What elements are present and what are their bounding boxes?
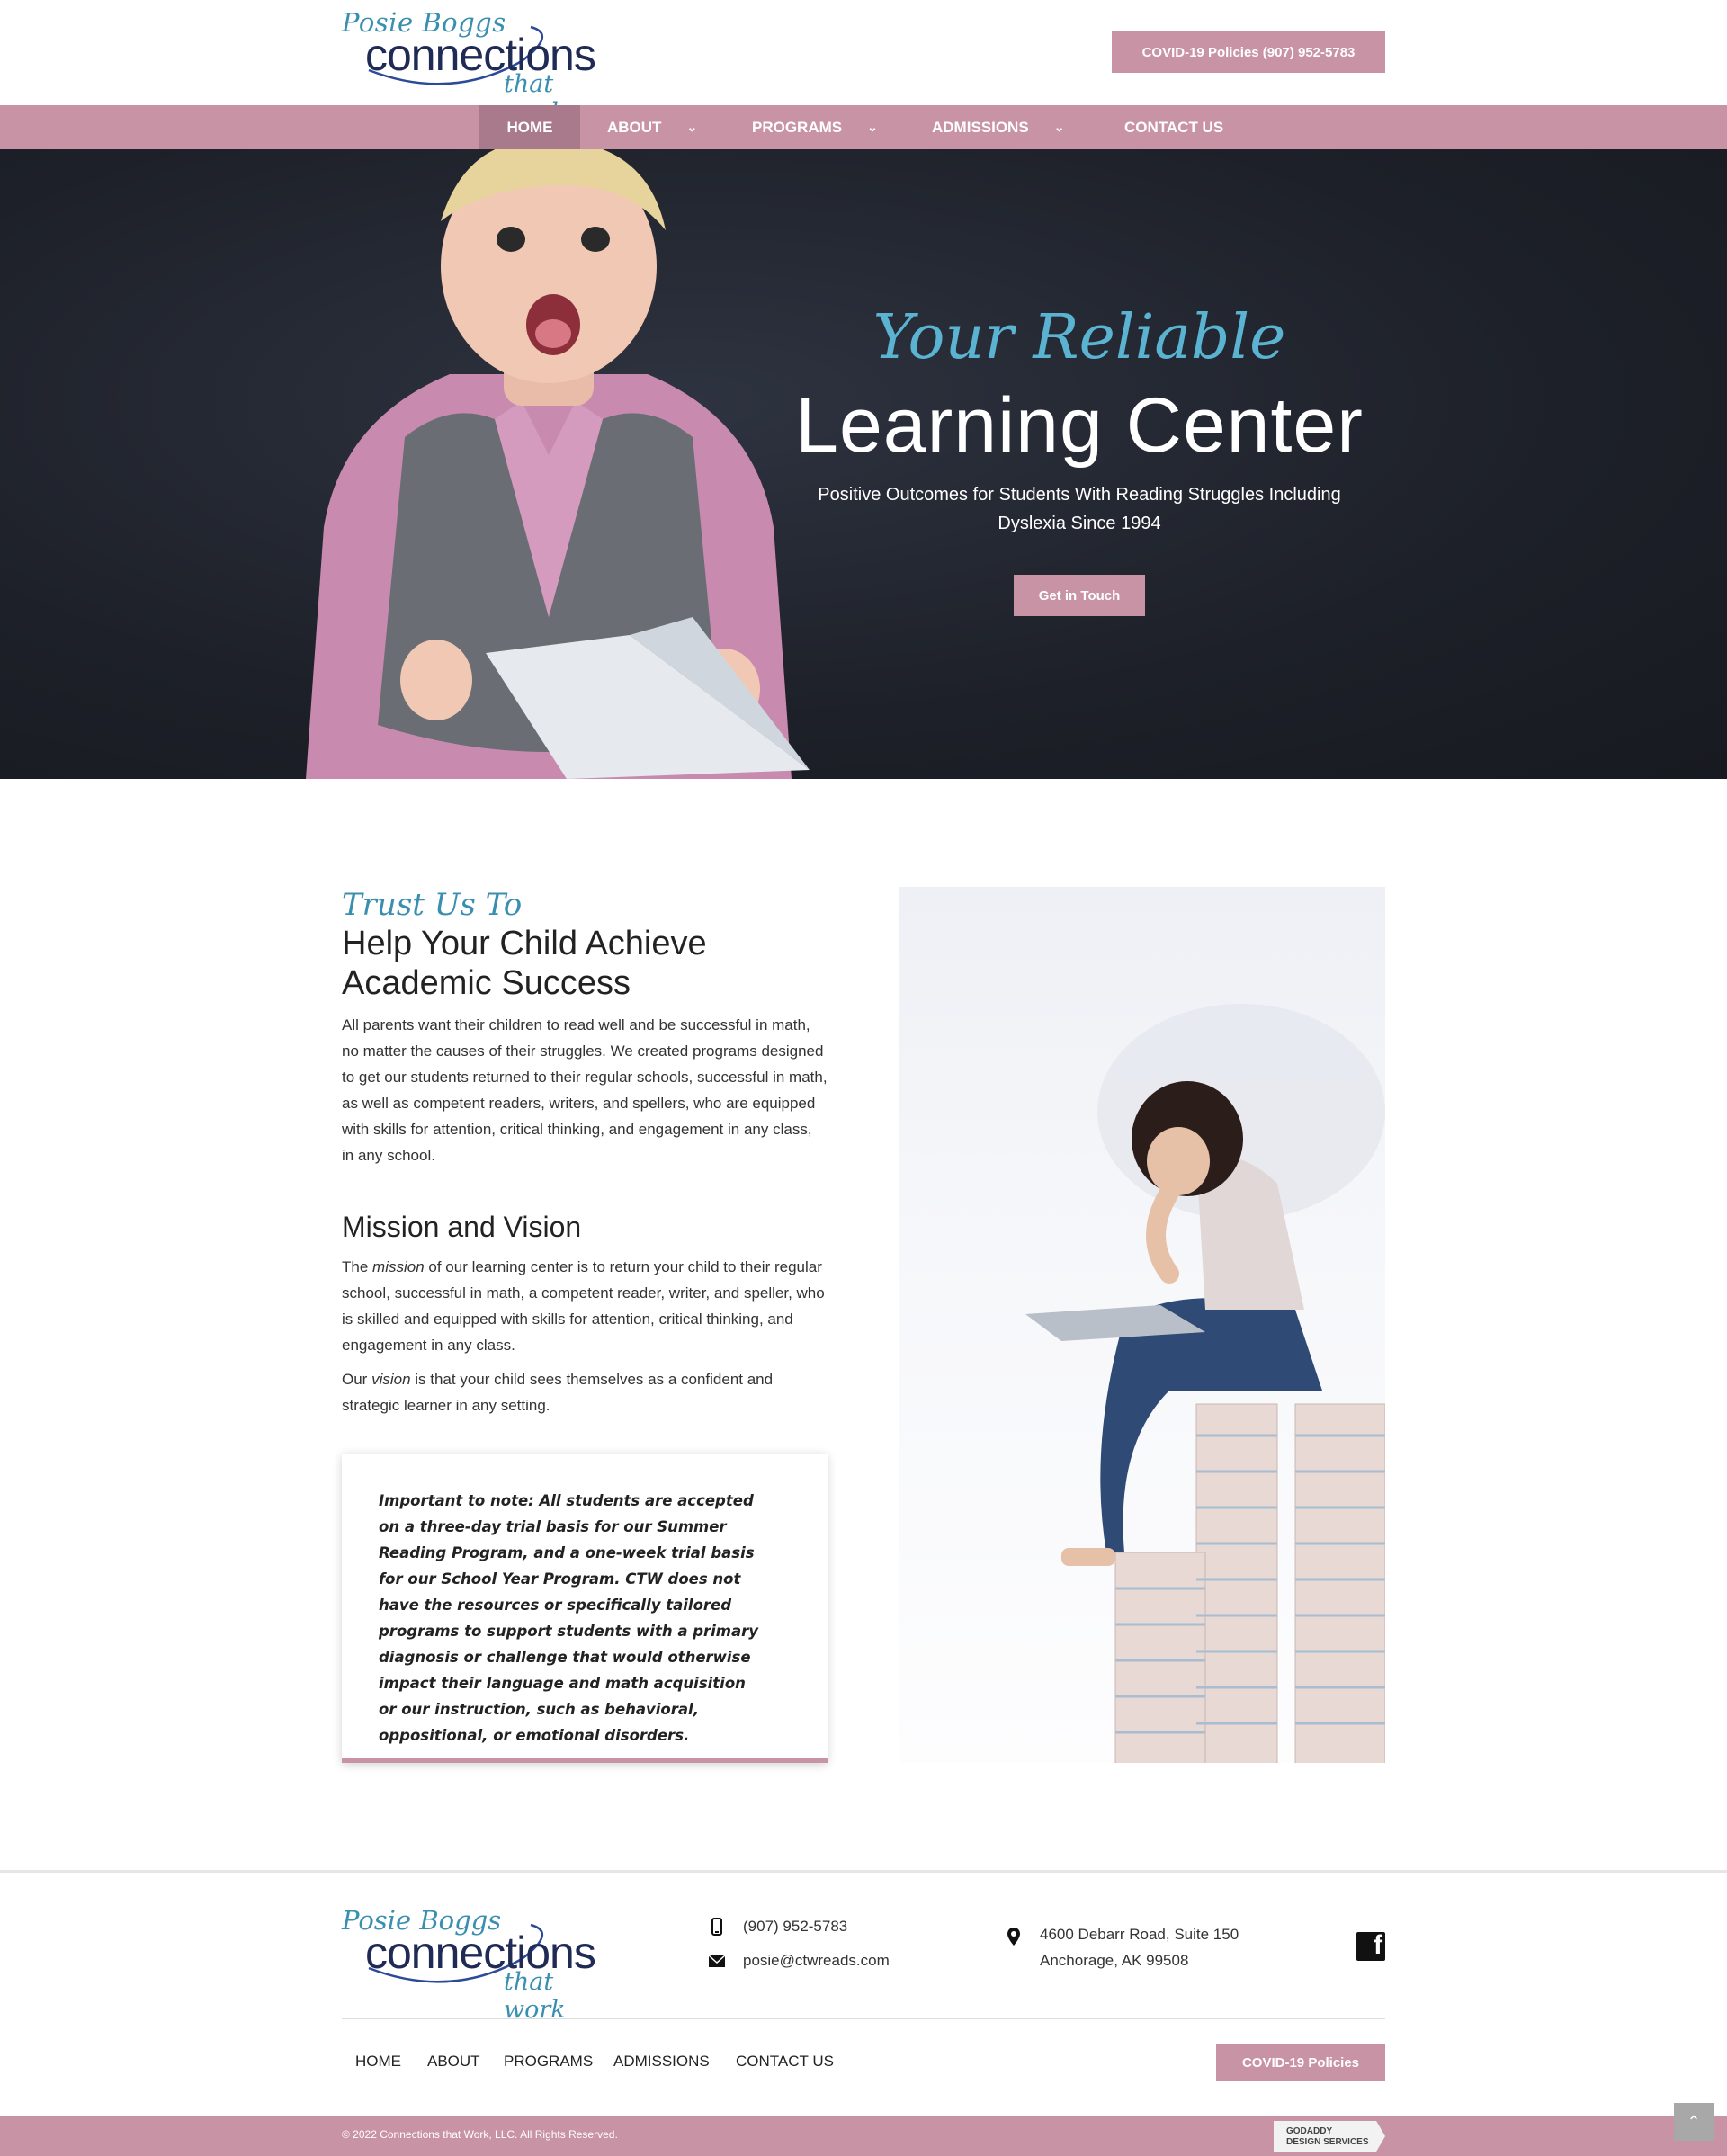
mission-pre: The [342,1258,373,1275]
facebook-icon[interactable]: f [1356,1930,1385,1961]
footer-logo[interactable]: Posie Boggs connections that work [342,1905,612,2024]
address-line1: 4600 Debarr Road, Suite 150 [1040,1926,1239,1943]
child-on-books-illustration [1025,1004,1385,1763]
section-heading: Help Your Child Achieve Academic Success [342,925,707,1002]
footer-nav-home[interactable]: HOME [355,2053,401,2071]
nav-item-about[interactable]: ABOUT ⌄ [607,105,697,149]
mission-paragraph: The mission of our learning center is to… [342,1254,828,1358]
main-nav: HOME ABOUT ⌄ PROGRAMS ⌄ ADMISSIONS ⌄ CON… [0,105,1727,149]
badge-line1: GODADDY [1286,2126,1333,2136]
copyright-text: © 2022 Connections that Work, LLC. All R… [342,2128,618,2141]
map-pin-icon [1004,1927,1024,1946]
hero-script-heading: Your Reliable [872,302,1286,373]
nav-label: PROGRAMS [752,118,843,136]
footer-divider [342,2018,1385,2019]
nav-item-admissions[interactable]: ADMISSIONS ⌄ [932,105,1064,149]
chevron-down-icon[interactable]: ⌄ [1054,120,1065,135]
footer-nav-programs[interactable]: PROGRAMS [504,2053,593,2071]
envelope-icon [707,1954,727,1968]
site-logo[interactable]: Posie Boggs connections that work [342,7,612,126]
logo-sub: that work [504,1968,566,2024]
vision-paragraph: Our vision is that your child sees thems… [342,1366,828,1418]
chevron-up-icon: ⌃ [1687,2112,1701,2132]
mission-heading: Mission and Vision [342,1211,582,1243]
copyright-bar: © 2022 Connections that Work, LLC. All R… [0,2116,1727,2156]
scroll-to-top-button[interactable]: ⌃ [1674,2103,1714,2141]
trust-script-heading: Trust Us To [342,887,523,923]
site-header: Posie Boggs connections that work COVID-… [0,0,1727,126]
get-in-touch-button[interactable]: Get in Touch [1014,575,1145,616]
nav-label: CONTACT US [1124,118,1224,136]
chevron-down-icon[interactable]: ⌄ [686,120,697,135]
phone-text: (907) 952-5783 [743,1918,848,1935]
nav-item-home[interactable]: HOME [479,105,580,149]
important-note-text: Important to note: All students are acce… [379,1492,759,1744]
footer-covid-button[interactable]: COVID-19 Policies [1216,2044,1385,2081]
footer-nav-admissions[interactable]: ADMISSIONS [613,2053,710,2071]
footer-phone[interactable]: (907) 952-5783 [707,1918,847,1936]
footer-nav-contact[interactable]: CONTACT US [736,2053,834,2071]
chevron-down-icon[interactable]: ⌄ [867,120,878,135]
godaddy-badge[interactable]: GODADDY DESIGN SERVICES [1274,2121,1385,2152]
nav-item-contact[interactable]: CONTACT US [1124,105,1223,149]
hero-subtitle: Positive Outcomes for Students With Read… [818,485,1341,533]
nav-label: ABOUT [607,118,662,136]
about-section: Trust Us To Help Your Child Achieve Acad… [0,779,1727,1870]
phone-icon [707,1918,727,1936]
mission-em: mission [372,1258,425,1275]
covid-policies-button[interactable]: COVID-19 Policies (907) 952-5783 [1112,31,1385,73]
footer-email[interactable]: posie@ctwreads.com [707,1952,890,1970]
page: Posie Boggs connections that work COVID-… [0,0,1727,2156]
footer-nav-about[interactable]: ABOUT [427,2053,480,2071]
hero-child-image [306,149,810,779]
badge-line2: DESIGN SERVICES [1286,2137,1369,2147]
hero-title: Learning Center [795,382,1364,469]
site-footer: Posie Boggs connections that work (907) … [0,1870,1727,2116]
hero-banner: Your Reliable Learning Center Positive O… [0,149,1727,779]
address-line2: Anchorage, AK 99508 [1040,1952,1189,1969]
nav-label: HOME [506,118,553,136]
email-text: posie@ctwreads.com [743,1952,890,1969]
address-text: 4600 Debarr Road, Suite 150 Anchorage, AK… [1040,1921,1239,1973]
vision-pre: Our [342,1371,372,1388]
intro-paragraph: All parents want their children to read … [342,1016,828,1164]
vision-em: vision [371,1371,411,1388]
nav-item-programs[interactable]: PROGRAMS ⌄ [752,105,878,149]
footer-address[interactable]: 4600 Debarr Road, Suite 150 Anchorage, AK… [1004,1921,1239,1973]
important-note-card: Important to note: All students are acce… [342,1454,828,1763]
nav-label: ADMISSIONS [932,118,1029,136]
child-reading-image [899,887,1385,1763]
